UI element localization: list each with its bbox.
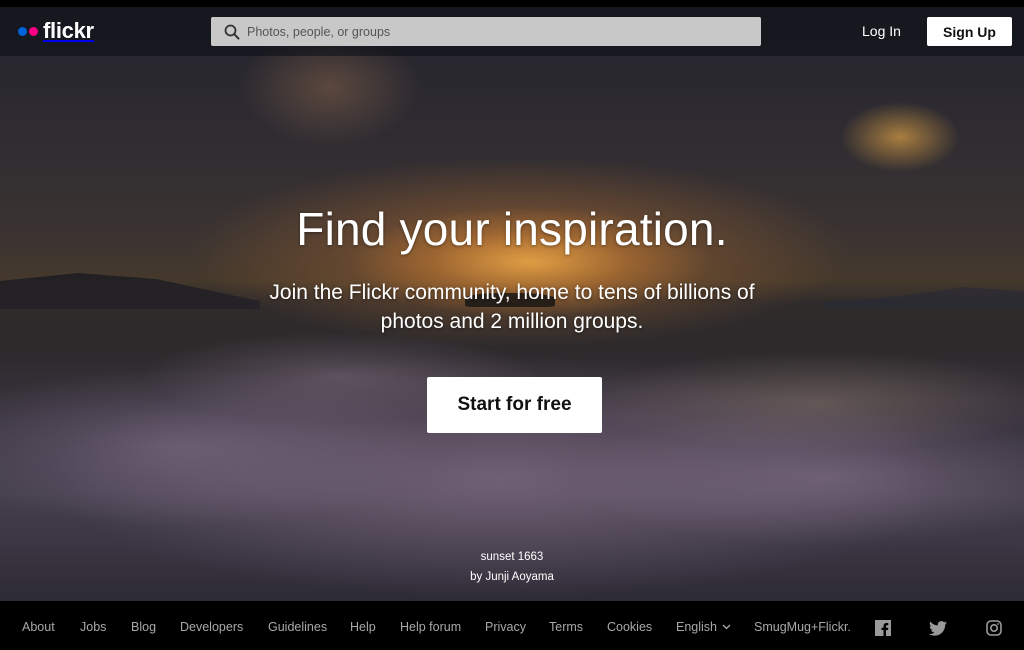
footer-link-help-forum[interactable]: Help forum — [400, 619, 461, 635]
footer-link-blog[interactable]: Blog — [131, 619, 156, 635]
footer-link-about[interactable]: About — [22, 619, 55, 635]
logo-wordmark: flickr — [43, 18, 94, 43]
top-nav: flickr Log In Sign Up — [0, 7, 1024, 56]
footer-link-help[interactable]: Help — [350, 619, 376, 635]
flickr-logo[interactable]: flickr — [18, 19, 94, 43]
hero-subline-line-2: photos and 2 million groups. — [380, 310, 644, 333]
language-label: English — [676, 620, 717, 634]
footer-link-terms[interactable]: Terms — [549, 619, 583, 635]
search-icon[interactable] — [217, 24, 247, 40]
logo-pink-dot — [29, 26, 38, 36]
instagram-icon[interactable] — [985, 619, 1003, 637]
footer-link-developers[interactable]: Developers — [180, 619, 243, 635]
photo-title-link[interactable]: sunset 1663 — [0, 551, 1024, 563]
search-input[interactable] — [247, 17, 761, 46]
footer-link-jobs[interactable]: Jobs — [80, 619, 106, 635]
smugmug-flickr-link[interactable]: SmugMug+Flickr. — [754, 619, 851, 635]
hero-subline: Join the Flickr community, home to tens … — [0, 278, 1024, 336]
footer-link-cookies[interactable]: Cookies — [607, 619, 652, 635]
search-bar[interactable] — [211, 17, 761, 46]
facebook-icon[interactable] — [874, 619, 892, 637]
chevron-down-icon — [722, 624, 731, 630]
top-strip — [0, 0, 1024, 7]
login-link[interactable]: Log In — [862, 21, 901, 41]
photo-author-link[interactable]: by Junji Aoyama — [0, 571, 1024, 583]
twitter-icon[interactable] — [929, 619, 947, 637]
signup-button[interactable]: Sign Up — [927, 17, 1012, 46]
language-selector[interactable]: English — [676, 619, 731, 635]
hero-headline: Find your inspiration. — [296, 203, 728, 255]
footer-link-privacy[interactable]: Privacy — [485, 619, 526, 635]
hero-subline-line-1: Join the Flickr community, home to tens … — [269, 281, 755, 304]
start-for-free-button[interactable]: Start for free — [427, 377, 602, 433]
footer: About Jobs Blog Developers Guidelines He… — [0, 601, 1024, 650]
logo-blue-dot — [18, 26, 27, 36]
footer-link-guidelines[interactable]: Guidelines — [268, 619, 327, 635]
